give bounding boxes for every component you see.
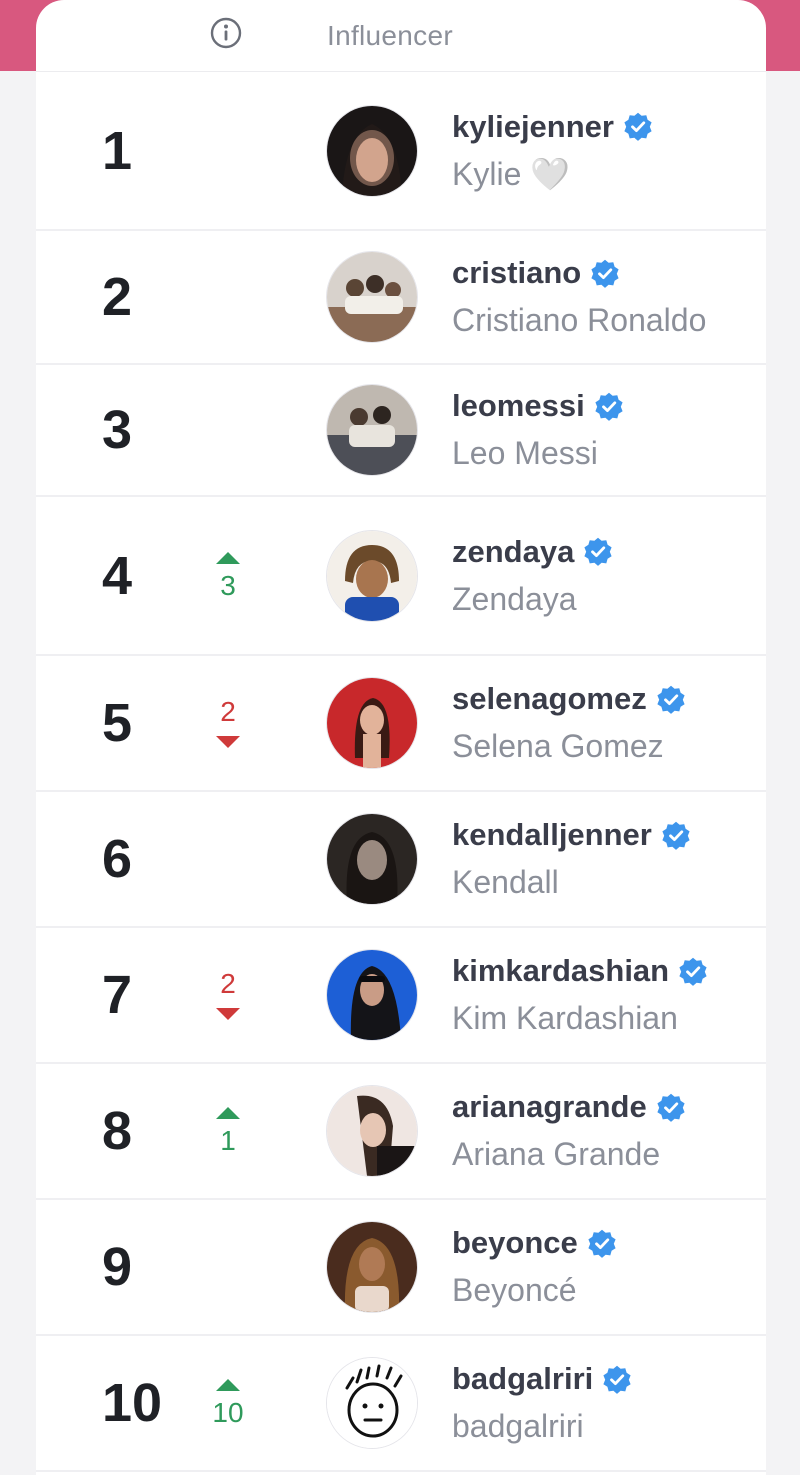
arrow-down-icon — [216, 736, 240, 748]
rank-change-value: 2 — [220, 696, 236, 727]
verified-badge-icon — [584, 537, 612, 567]
influencer-names: selenagomez Selena Gomez — [452, 680, 686, 766]
influencer-names: kimkardashian Kim Kardashian — [452, 952, 708, 1038]
username[interactable]: selenagomez — [452, 680, 686, 717]
rank-change-value: 3 — [220, 569, 236, 601]
table-row[interactable]: 7 2 kimkardashian Kim Kardashian — [36, 928, 766, 1064]
arrow-up-icon — [216, 1107, 240, 1119]
rank-change-up: 10 — [206, 1379, 250, 1427]
table-header: Influencer — [36, 0, 766, 72]
rank-number: 8 — [102, 1101, 133, 1161]
full-name: Cristiano Ronaldo — [452, 302, 707, 339]
rank-number: 9 — [102, 1237, 133, 1297]
rank-number: 6 — [102, 829, 133, 889]
influencer-names: beyonce Beyoncé — [452, 1224, 617, 1310]
full-name: Selena Gomez — [452, 728, 664, 765]
username-text: zendaya — [452, 533, 575, 569]
full-name: Beyoncé — [452, 1272, 577, 1309]
avatar[interactable] — [326, 677, 418, 769]
avatar[interactable] — [326, 949, 418, 1041]
username[interactable]: kimkardashian — [452, 952, 708, 989]
table-row[interactable]: 10 10 badgalriri badgalriri — [36, 1336, 766, 1472]
rank-number: 3 — [102, 400, 133, 460]
avatar[interactable] — [326, 813, 418, 905]
rank-change-value: 2 — [220, 968, 236, 999]
table-row[interactable]: 8 1 arianagrande Ariana Grande — [36, 1064, 766, 1200]
username-text: cristiano — [452, 255, 582, 291]
username-text: kimkardashian — [452, 953, 670, 989]
arrow-up-icon — [216, 1379, 240, 1391]
verified-badge-icon — [657, 685, 685, 714]
rank-number: 10 — [102, 1373, 163, 1433]
avatar[interactable] — [326, 384, 418, 476]
influencer-names: badgalriri badgalriri — [452, 1360, 632, 1446]
arrow-down-icon — [216, 1008, 240, 1020]
rank-number: 7 — [102, 965, 133, 1025]
username[interactable]: kendalljenner — [452, 816, 691, 853]
table-row[interactable]: 1 kyliejenner Kylie 🤍 — [36, 72, 766, 231]
table-row[interactable]: 3 leomessi Leo Messi — [36, 365, 766, 497]
influencer-names: kyliejenner Kylie 🤍 — [452, 108, 653, 194]
influencer-names: arianagrande Ariana Grande — [452, 1088, 686, 1174]
rank-number: 1 — [102, 120, 133, 181]
table-row[interactable]: 4 3 zendaya Zendaya — [36, 497, 766, 656]
rank-change-down: 2 — [206, 698, 250, 748]
username-text: kendalljenner — [452, 817, 652, 853]
avatar[interactable] — [326, 1221, 418, 1313]
influencer-names: kendalljenner Kendall — [452, 816, 691, 902]
username-text: leomessi — [452, 388, 585, 424]
username[interactable]: zendaya — [452, 533, 613, 570]
avatar[interactable] — [326, 104, 418, 197]
verified-badge-icon — [657, 1093, 685, 1122]
rank-change-down: 2 — [206, 970, 250, 1020]
info-circle-icon[interactable] — [210, 17, 242, 49]
influencer-names: cristiano Cristiano Ronaldo — [452, 254, 706, 340]
rank-number: 2 — [102, 267, 133, 327]
table-row[interactable]: 6 kendalljenner Kendall — [36, 792, 766, 928]
username-text: arianagrande — [452, 1089, 647, 1125]
full-name: Kylie 🤍 — [452, 155, 571, 192]
verified-badge-icon — [603, 1365, 631, 1394]
influencer-names: zendaya Zendaya — [452, 533, 613, 619]
table-row[interactable]: 2 cristiano Cristiano Ronaldo — [36, 231, 766, 365]
avatar[interactable] — [326, 1357, 418, 1449]
username-text: selenagomez — [452, 681, 647, 717]
username[interactable]: leomessi — [452, 387, 624, 424]
rank-number: 5 — [102, 693, 133, 753]
full-name: Kim Kardashian — [452, 1000, 678, 1037]
table-row[interactable]: 9 beyonce Beyoncé — [36, 1200, 766, 1336]
rank-change-value: 1 — [220, 1125, 236, 1156]
full-name: Ariana Grande — [452, 1136, 661, 1173]
full-name: Kendall — [452, 864, 559, 901]
arrow-up-icon — [216, 551, 240, 564]
avatar[interactable] — [326, 1085, 418, 1177]
verified-badge-icon — [591, 259, 619, 288]
username-text: beyonce — [452, 1225, 578, 1261]
rank-change-up: 3 — [206, 551, 250, 601]
full-name: Zendaya — [452, 580, 577, 617]
ranking-card: Influencer 1 kyliejenner Kylie 🤍 2 crist… — [36, 0, 766, 1475]
rank-number: 4 — [102, 545, 133, 606]
verified-badge-icon — [588, 1229, 616, 1258]
username-text: badgalriri — [452, 1361, 594, 1397]
username-text: kyliejenner — [452, 108, 614, 144]
avatar[interactable] — [326, 529, 418, 622]
full-name: badgalriri — [452, 1408, 584, 1445]
verified-badge-icon — [595, 392, 623, 421]
table-row[interactable]: 5 2 selenagomez Selena Gomez — [36, 656, 766, 792]
username[interactable]: cristiano — [452, 254, 706, 291]
username[interactable]: arianagrande — [452, 1088, 686, 1125]
influencer-names: leomessi Leo Messi — [452, 387, 624, 473]
username[interactable]: beyonce — [452, 1224, 617, 1261]
rank-change-up: 1 — [206, 1107, 250, 1155]
full-name: Leo Messi — [452, 435, 598, 472]
rank-change-value: 10 — [212, 1397, 244, 1428]
verified-badge-icon — [679, 957, 707, 986]
verified-badge-icon — [662, 821, 690, 850]
column-header-influencer: Influencer — [327, 20, 453, 51]
username[interactable]: kyliejenner — [452, 108, 653, 145]
username[interactable]: badgalriri — [452, 1360, 632, 1397]
avatar[interactable] — [326, 251, 418, 343]
verified-badge-icon — [624, 112, 652, 142]
